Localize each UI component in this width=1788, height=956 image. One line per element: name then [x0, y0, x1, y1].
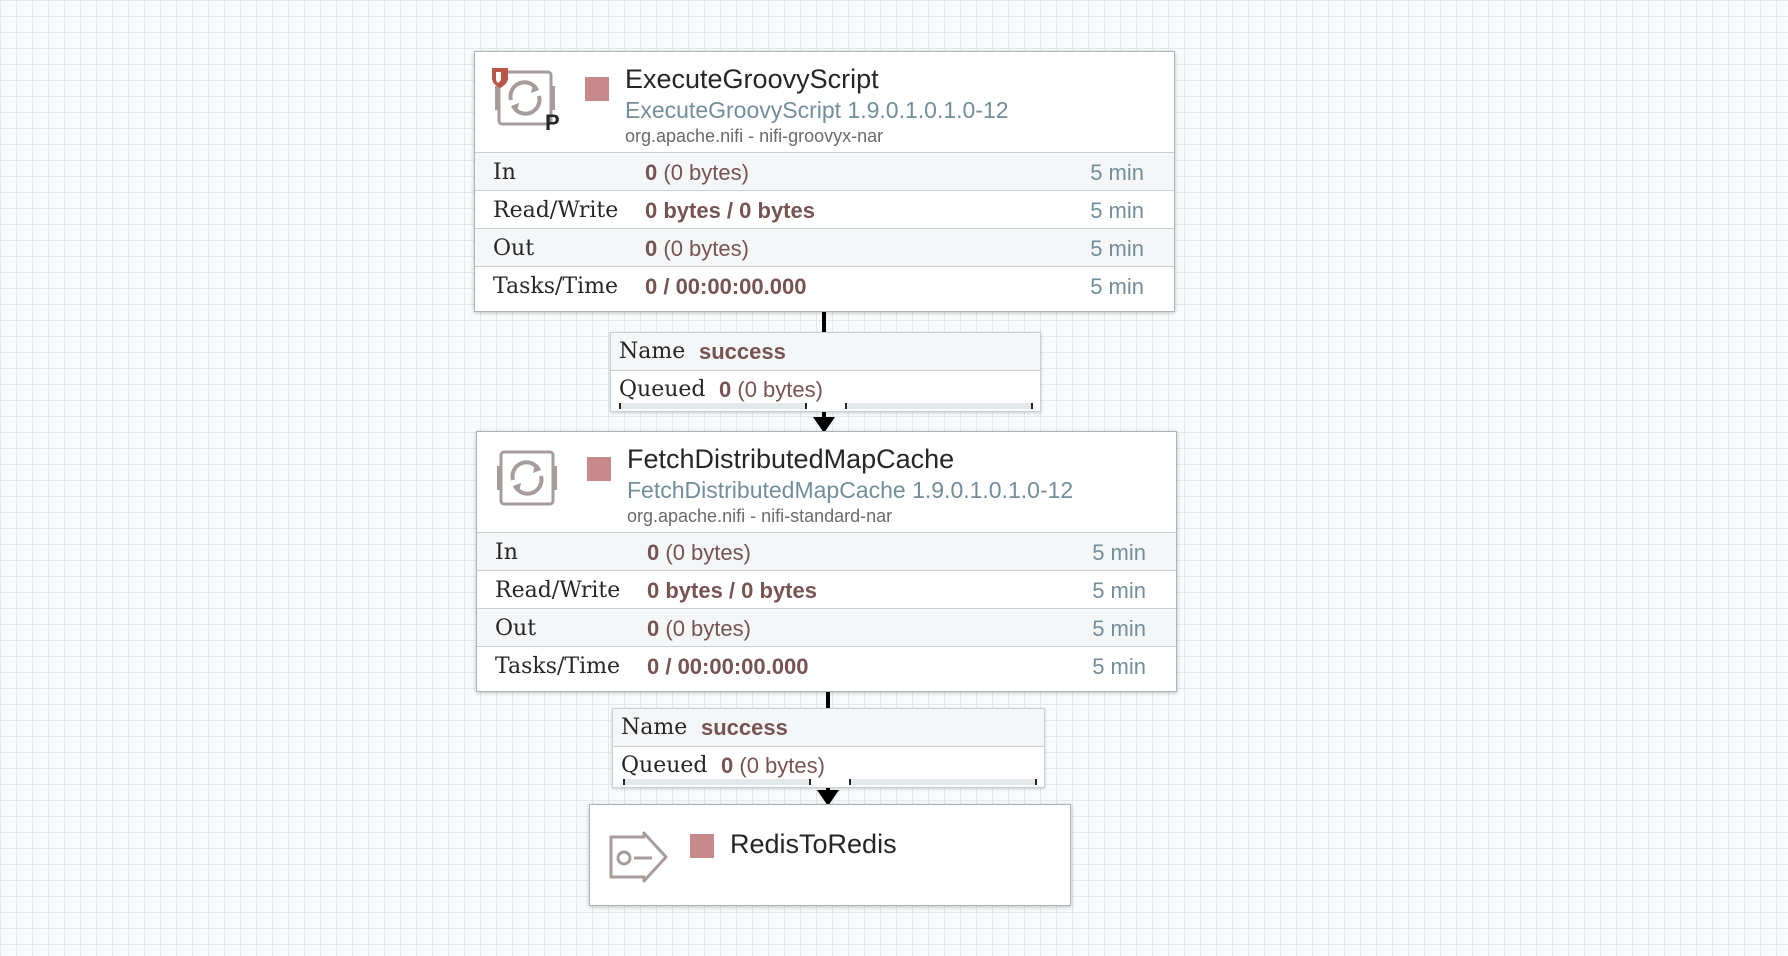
stat-value: 0 (0 bytes)	[647, 540, 751, 565]
stat-row-out: Out 0 (0 bytes) 5 min	[477, 608, 1176, 646]
stat-window: 5 min	[1090, 236, 1144, 261]
stopped-status-icon	[587, 457, 611, 481]
backpressure-object-bar	[623, 779, 811, 785]
primary-node-badge: P	[545, 110, 560, 135]
stat-window: 5 min	[1092, 616, 1146, 641]
stat-row-read-write: Read/Write 0 bytes / 0 bytes 5 min	[477, 570, 1176, 608]
connection-name-row: Name success	[611, 333, 1040, 371]
stat-value: 0 (0 bytes)	[645, 160, 749, 185]
processor-fetch-distributed-map-cache[interactable]: FetchDistributedMapCache FetchDistribute…	[476, 431, 1177, 692]
processor-header: FetchDistributedMapCache FetchDistribute…	[477, 432, 1176, 532]
stat-value: 0 bytes / 0 bytes	[645, 198, 815, 223]
backpressure-object-bar	[619, 403, 807, 409]
output-port-name: RedisToRedis	[730, 829, 897, 859]
stat-window: 5 min	[1090, 198, 1144, 223]
stat-label: In	[495, 540, 518, 565]
backpressure-size-bar	[845, 403, 1033, 409]
stat-row-tasks-time: Tasks/Time 0 / 00:00:00.000 5 min	[475, 266, 1174, 304]
stat-label: Read/Write	[493, 198, 619, 223]
processor-header: P ExecuteGroovyScript ExecuteGroovyScrip…	[475, 52, 1174, 152]
output-port-redis-to-redis[interactable]: RedisToRedis	[589, 804, 1071, 906]
stat-label: Tasks/Time	[495, 654, 620, 679]
connection-queued-label: Queued	[619, 377, 706, 402]
flow-canvas[interactable]: P ExecuteGroovyScript ExecuteGroovyScrip…	[0, 0, 1788, 956]
connection-name-label: Name	[619, 339, 686, 364]
connection-queued-value: 0 (0 bytes)	[719, 377, 823, 402]
stat-window: 5 min	[1092, 578, 1146, 603]
processor-execute-groovy-script[interactable]: P ExecuteGroovyScript ExecuteGroovyScrip…	[474, 51, 1175, 312]
stat-value: 0 / 00:00:00.000	[647, 654, 809, 679]
stopped-status-icon	[585, 77, 609, 101]
processor-name: ExecuteGroovyScript	[625, 64, 879, 94]
stat-label: Out	[493, 236, 535, 261]
processor-type: FetchDistributedMapCache 1.9.0.1.0.1.0-1…	[627, 477, 1074, 503]
backpressure-size-bar	[849, 779, 1037, 785]
stat-value: 0 (0 bytes)	[647, 616, 751, 641]
processor-type: ExecuteGroovyScript 1.9.0.1.0.1.0-12	[625, 97, 1009, 123]
connection-queued-label: Queued	[621, 753, 708, 778]
stat-window: 5 min	[1092, 540, 1146, 565]
connection-queued-value: 0 (0 bytes)	[721, 753, 825, 778]
stat-row-in: In 0 (0 bytes) 5 min	[475, 152, 1174, 190]
stat-row-out: Out 0 (0 bytes) 5 min	[475, 228, 1174, 266]
connection-label[interactable]: Name success Queued 0 (0 bytes)	[610, 332, 1041, 412]
restricted-shield-icon	[492, 68, 508, 88]
stat-label: Out	[495, 616, 537, 641]
stat-label: In	[493, 160, 516, 185]
connection-name-label: Name	[621, 715, 688, 740]
stat-row-tasks-time: Tasks/Time 0 / 00:00:00.000 5 min	[477, 646, 1176, 684]
stopped-status-icon	[690, 834, 714, 858]
stat-row-read-write: Read/Write 0 bytes / 0 bytes 5 min	[475, 190, 1174, 228]
stat-value: 0 bytes / 0 bytes	[647, 578, 817, 603]
stat-window: 5 min	[1090, 160, 1144, 185]
connection-name: success	[699, 339, 786, 364]
connection-name-row: Name success	[613, 709, 1044, 747]
stat-window: 5 min	[1092, 654, 1146, 679]
stat-value: 0 (0 bytes)	[645, 236, 749, 261]
connection-label[interactable]: Name success Queued 0 (0 bytes)	[612, 708, 1045, 788]
connection-name: success	[701, 715, 788, 740]
processor-bundle: org.apache.nifi - nifi-groovyx-nar	[625, 126, 884, 146]
stat-window: 5 min	[1090, 274, 1144, 299]
processor-name: FetchDistributedMapCache	[627, 444, 955, 474]
stat-label: Tasks/Time	[493, 274, 618, 299]
stat-value: 0 / 00:00:00.000	[645, 274, 807, 299]
stat-row-in: In 0 (0 bytes) 5 min	[477, 532, 1176, 570]
processor-icon	[497, 450, 557, 506]
processor-bundle: org.apache.nifi - nifi-standard-nar	[627, 506, 893, 526]
output-port-icon	[609, 831, 668, 883]
stat-label: Read/Write	[495, 578, 621, 603]
